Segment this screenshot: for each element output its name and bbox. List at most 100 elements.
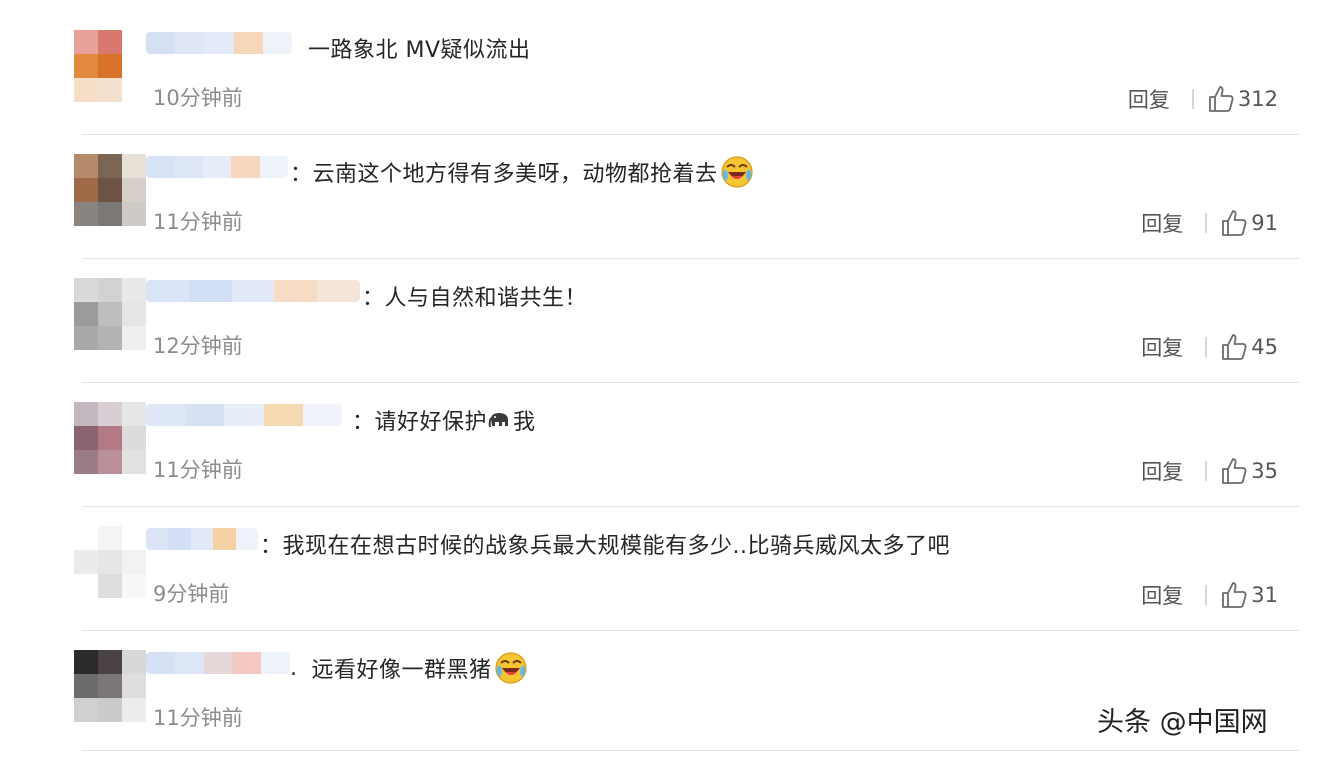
username[interactable] — [146, 280, 360, 302]
avatar-pixel — [122, 202, 146, 226]
reply-button[interactable]: 回复 — [1128, 84, 1170, 114]
watermark: 头条 @中国网 — [1097, 707, 1268, 738]
like-button[interactable]: 312 — [1208, 85, 1278, 113]
avatar-pixel — [74, 426, 98, 450]
avatar-pixel — [98, 674, 122, 698]
reply-button[interactable]: 回复 — [1141, 580, 1183, 610]
username-blur-segment — [146, 156, 175, 178]
username-blur-segment — [231, 280, 275, 302]
username-blur-segment — [175, 32, 205, 54]
username-blur-segment — [188, 280, 232, 302]
avatar[interactable] — [74, 30, 146, 102]
username[interactable] — [146, 32, 292, 54]
comment-divider — [82, 258, 1300, 259]
comment-time: 11分钟前 — [153, 210, 243, 234]
reply-button[interactable]: 回复 — [1141, 332, 1183, 362]
comment-text: 一路象北 MV疑似流出 — [308, 38, 531, 63]
avatar-pixel — [98, 30, 122, 54]
action-divider — [1191, 89, 1194, 109]
comment-body: . 远看好像一群黑猪 — [290, 650, 528, 686]
username-blur-segment — [146, 404, 186, 426]
comment-text: 我现在在想古时候的战象兵最大规模能有多少..比骑兵威风太多了吧 — [282, 534, 951, 559]
comment-divider — [82, 134, 1300, 135]
comment-body: ： 我现在在想古时候的战象兵最大规模能有多少..比骑兵威风太多了吧 — [260, 526, 950, 562]
comment-item: ： 请好好保护 我 11分钟前 回复 35 — [0, 402, 1330, 526]
username[interactable] — [146, 156, 288, 178]
avatar-pixel — [74, 30, 98, 54]
avatar-pixel — [98, 450, 122, 474]
avatar-pixel — [122, 178, 146, 202]
username-blur-segment — [262, 32, 292, 54]
avatar[interactable] — [74, 650, 146, 722]
avatar[interactable] — [74, 278, 146, 350]
comment-actions: 回复 31 — [1141, 580, 1278, 610]
comment-divider — [82, 630, 1300, 631]
like-count: 45 — [1251, 335, 1278, 359]
username-blur-segment — [317, 280, 360, 302]
avatar[interactable] — [74, 402, 146, 474]
comment-divider — [82, 750, 1300, 751]
comment-item: ： 我现在在想古时候的战象兵最大规模能有多少..比骑兵威风太多了吧 9分钟前 回… — [0, 526, 1330, 650]
avatar-pixel — [74, 526, 98, 550]
comment-item: 一路象北 MV疑似流出 10分钟前 回复 312 — [0, 30, 1330, 154]
comment-text: 请好好保护 — [374, 410, 488, 435]
username[interactable] — [146, 404, 342, 426]
comment-text: 云南这个地方得有多美呀，动物都抢着去 — [312, 162, 718, 187]
avatar[interactable] — [74, 526, 146, 598]
comment-item: ： 云南这个地方得有多美呀，动物都抢着去 11分钟前 回复 91 — [0, 154, 1330, 278]
username-blur-segment — [232, 652, 262, 674]
avatar-pixel — [98, 550, 122, 574]
comment-body: ： 人与自然和谐共生！ — [362, 278, 587, 314]
username-blur-segment — [190, 528, 214, 550]
avatar-pixel — [122, 426, 146, 450]
avatar-pixel — [98, 326, 122, 350]
avatar-pixel — [122, 450, 146, 474]
like-button[interactable]: 45 — [1221, 333, 1278, 361]
avatar-pixel — [74, 78, 98, 102]
avatar-pixel — [74, 450, 98, 474]
avatar-pixel — [122, 674, 146, 698]
comment-actions: 回复 91 — [1141, 208, 1278, 238]
comment-prefix: ： — [260, 534, 283, 559]
username[interactable] — [146, 528, 258, 550]
reply-button[interactable]: 回复 — [1141, 456, 1183, 486]
comment-text: 人与自然和谐共生！ — [384, 286, 588, 311]
comment-time: 12分钟前 — [153, 334, 243, 358]
reply-button[interactable]: 回复 — [1141, 208, 1183, 238]
username-blur-segment — [202, 156, 232, 178]
like-button[interactable]: 31 — [1221, 581, 1278, 609]
avatar-pixel — [122, 550, 146, 574]
username[interactable] — [146, 652, 290, 674]
comment-actions: 回复 35 — [1141, 456, 1278, 486]
avatar-pixel — [98, 78, 122, 102]
username-blur-segment — [146, 528, 169, 550]
comment-actions: 回复 312 — [1128, 84, 1278, 114]
username-blur-segment — [233, 32, 263, 54]
like-count: 91 — [1251, 211, 1278, 235]
comment-divider — [82, 506, 1300, 507]
thumbs-up-icon — [1209, 86, 1234, 112]
action-divider — [1205, 461, 1208, 481]
comment-divider — [82, 382, 1300, 383]
like-count: 35 — [1251, 459, 1278, 483]
avatar-pixel — [74, 54, 98, 78]
avatar-pixel — [74, 550, 98, 574]
comment-body: ： 云南这个地方得有多美呀，动物都抢着去 — [290, 154, 754, 190]
avatar-pixel — [74, 278, 98, 302]
avatar-pixel — [74, 178, 98, 202]
avatar[interactable] — [74, 154, 146, 226]
like-count: 31 — [1251, 583, 1278, 607]
avatar-pixel — [98, 698, 122, 722]
comment-actions: 回复 45 — [1141, 332, 1278, 362]
avatar-pixel — [98, 154, 122, 178]
avatar-pixel — [74, 302, 98, 326]
action-divider — [1205, 337, 1208, 357]
avatar-pixel — [98, 202, 122, 226]
avatar-pixel — [98, 54, 122, 78]
avatar-pixel — [122, 54, 146, 78]
username-blur-segment — [174, 652, 204, 674]
avatar-pixel — [98, 574, 122, 598]
comment-body: ： 请好好保护 我 — [352, 402, 536, 438]
like-button[interactable]: 91 — [1221, 209, 1278, 237]
like-button[interactable]: 35 — [1221, 457, 1278, 485]
